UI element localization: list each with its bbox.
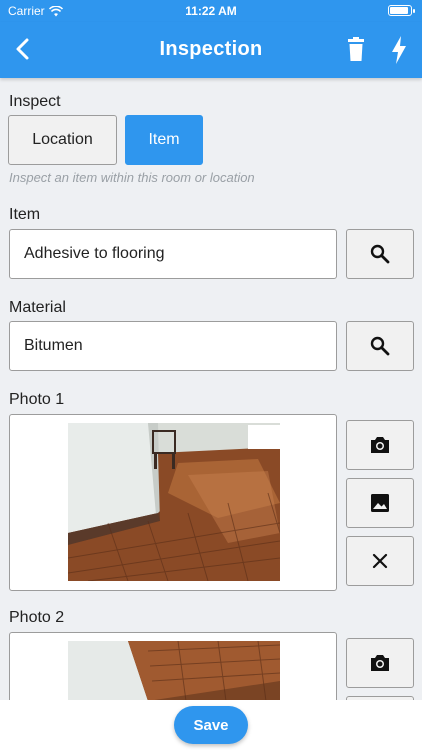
material-field[interactable]: Bitumen xyxy=(9,321,337,371)
material-search-button[interactable] xyxy=(346,321,414,371)
inspect-hint: Inspect an item within this room or loca… xyxy=(9,170,255,185)
photo-1-frame[interactable] xyxy=(9,414,337,591)
camera-icon xyxy=(371,655,389,671)
photo-2-frame[interactable] xyxy=(9,632,337,700)
item-search-button[interactable] xyxy=(346,229,414,279)
trash-icon[interactable] xyxy=(345,37,367,63)
photo-2-camera-button[interactable] xyxy=(346,638,414,688)
save-button[interactable]: Save xyxy=(174,706,248,744)
photo-1-camera-button[interactable] xyxy=(346,420,414,470)
material-label: Material xyxy=(9,299,66,316)
inspect-location-button[interactable]: Location xyxy=(8,115,117,165)
inspection-form[interactable]: Inspect Location Item Inspect an item wi… xyxy=(0,78,422,700)
clock: 11:22 AM xyxy=(185,4,237,18)
photo-2-label: Photo 2 xyxy=(9,609,65,626)
search-icon xyxy=(370,244,390,264)
footer-bar: Save xyxy=(0,700,422,750)
close-icon xyxy=(372,553,388,569)
inspect-label: Inspect xyxy=(9,93,61,110)
status-bar: Carrier 11:22 AM xyxy=(0,0,422,22)
nav-bar: Inspection xyxy=(0,22,422,78)
item-field[interactable]: Adhesive to flooring xyxy=(9,229,337,279)
battery-icon xyxy=(388,5,415,16)
image-icon xyxy=(371,494,389,512)
inspect-item-button[interactable]: Item xyxy=(125,115,203,165)
lightning-icon[interactable] xyxy=(388,35,410,65)
camera-icon xyxy=(371,437,389,453)
photo-2-image xyxy=(68,641,280,700)
photo-1-remove-button[interactable] xyxy=(346,536,414,586)
photo-1-gallery-button[interactable] xyxy=(346,478,414,528)
photo-1-image xyxy=(68,423,280,581)
photo-1-label: Photo 1 xyxy=(9,391,65,408)
item-label: Item xyxy=(9,206,41,223)
search-icon xyxy=(370,336,390,356)
